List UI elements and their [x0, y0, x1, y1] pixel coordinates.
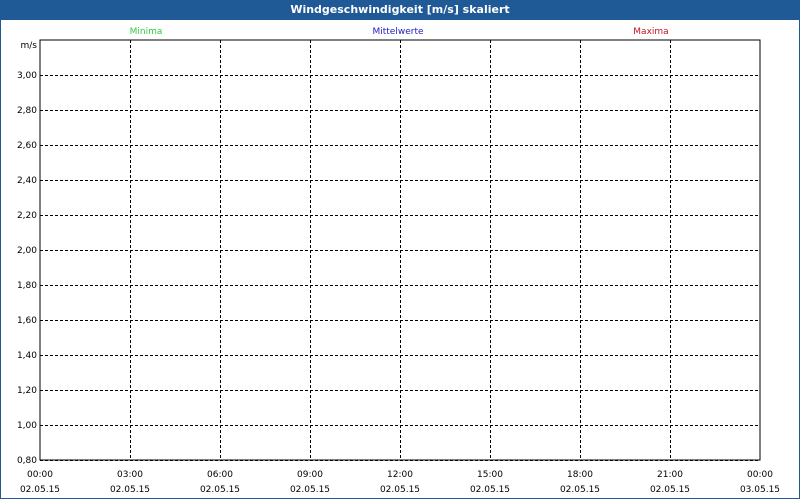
x-tick-time-label: 21:00 — [657, 470, 683, 480]
legend-item-maxima: Maxima — [633, 27, 668, 37]
x-tick-date-label: 02.05.15 — [560, 485, 600, 495]
y-tick-label: 2,60 — [17, 141, 37, 151]
x-tick-date-label: 02.05.15 — [470, 485, 510, 495]
x-tick-date-label: 02.05.15 — [380, 485, 420, 495]
x-tick-time-label: 00:00 — [747, 470, 773, 480]
x-tick-date-label: 02.05.15 — [290, 485, 330, 495]
x-tick-date-label: 03.05.15 — [740, 485, 780, 495]
x-tick-date-label: 02.05.15 — [650, 485, 690, 495]
legend: Minima Mittelwerte Maxima — [130, 27, 669, 37]
y-tick-label: 2,40 — [17, 176, 37, 186]
x-tick-time-label: 09:00 — [297, 470, 323, 480]
y-tick-label: 2,20 — [17, 211, 37, 221]
y-tick-label: 1,20 — [17, 386, 37, 396]
chart-svg: m/s Minima Mittelwerte Maxima 0,80 1,00 1,20… — [17, 27, 780, 495]
x-axis-tick-labels: 00:00 02.05.15 03:00 02.05.15 06:00 02.05.15 0… — [20, 470, 780, 495]
y-tick-label: 2,00 — [17, 246, 37, 256]
y-tick-label: 0,80 — [17, 456, 37, 466]
y-tick-label: 3,00 — [17, 71, 37, 81]
x-tick-time-label: 12:00 — [387, 470, 413, 480]
legend-item-mittelwerte: Mittelwerte — [372, 27, 423, 37]
x-tick-time-label: 06:00 — [207, 470, 233, 480]
y-tick-label: 1,40 — [17, 351, 37, 361]
y-tick-label: 1,80 — [17, 281, 37, 291]
x-tick-time-label: 00:00 — [27, 470, 53, 480]
x-tick-date-label: 02.05.15 — [110, 485, 150, 495]
x-tick-time-label: 15:00 — [477, 470, 503, 480]
x-tick-time-label: 03:00 — [117, 470, 143, 480]
y-tick-label: 2,80 — [17, 106, 37, 116]
x-tick-date-label: 02.05.15 — [200, 485, 240, 495]
y-tick-label: 1,60 — [17, 316, 37, 326]
y-tick-label: 1,00 — [17, 421, 37, 431]
x-tick-date-label: 02.05.15 — [20, 485, 60, 495]
y-axis-tick-labels: 0,80 1,00 1,20 1,40 1,60 1,80 2,00 2,20 2,40 2,60… — [17, 71, 37, 466]
grid-lines — [40, 40, 760, 461]
legend-item-minima: Minima — [130, 27, 163, 37]
x-tick-time-label: 18:00 — [567, 470, 593, 480]
y-axis-unit-label: m/s — [21, 41, 38, 51]
